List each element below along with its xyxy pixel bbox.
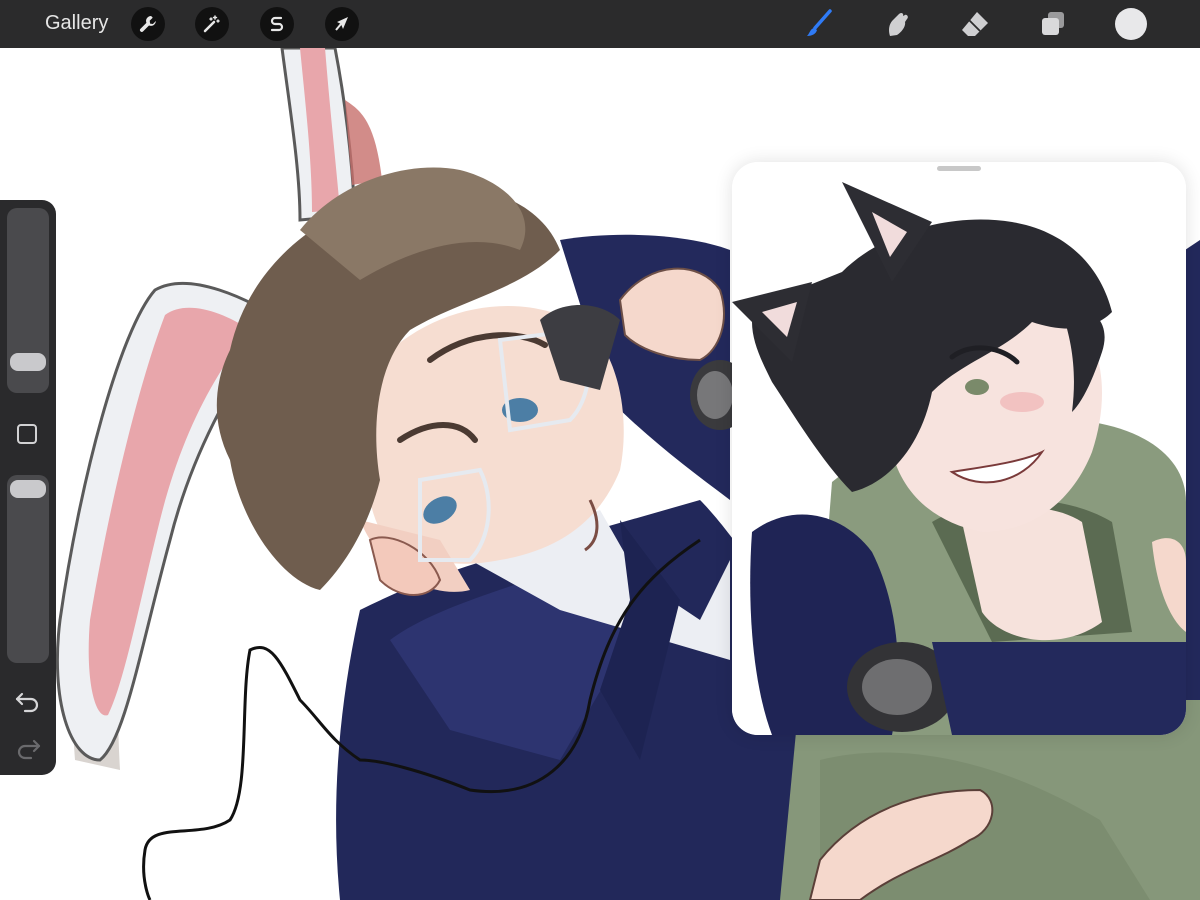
opacity-thumb[interactable] <box>10 480 46 498</box>
top-toolbar: Gallery <box>0 0 1200 48</box>
brush-size-thumb[interactable] <box>10 353 46 371</box>
opacity-slider[interactable] <box>7 475 49 663</box>
reference-image <box>732 162 1186 735</box>
reference-panel-handle[interactable] <box>937 166 981 171</box>
undo-icon[interactable] <box>14 687 42 715</box>
color-swatch[interactable] <box>1115 8 1147 40</box>
gallery-button[interactable]: Gallery <box>45 12 108 35</box>
magic-wand-icon[interactable] <box>195 7 229 41</box>
transform-arrow-icon[interactable] <box>325 7 359 41</box>
modify-button[interactable] <box>17 424 37 444</box>
eraser-icon[interactable] <box>959 8 991 40</box>
reference-panel[interactable] <box>732 162 1186 735</box>
brush-size-slider[interactable] <box>7 208 49 393</box>
side-toolbar <box>0 200 56 775</box>
layers-icon[interactable] <box>1037 8 1069 40</box>
wrench-icon[interactable] <box>131 7 165 41</box>
selection-s-icon[interactable] <box>260 7 294 41</box>
brush-icon[interactable] <box>803 8 835 40</box>
redo-icon[interactable] <box>14 734 42 762</box>
smudge-icon[interactable] <box>881 8 913 40</box>
